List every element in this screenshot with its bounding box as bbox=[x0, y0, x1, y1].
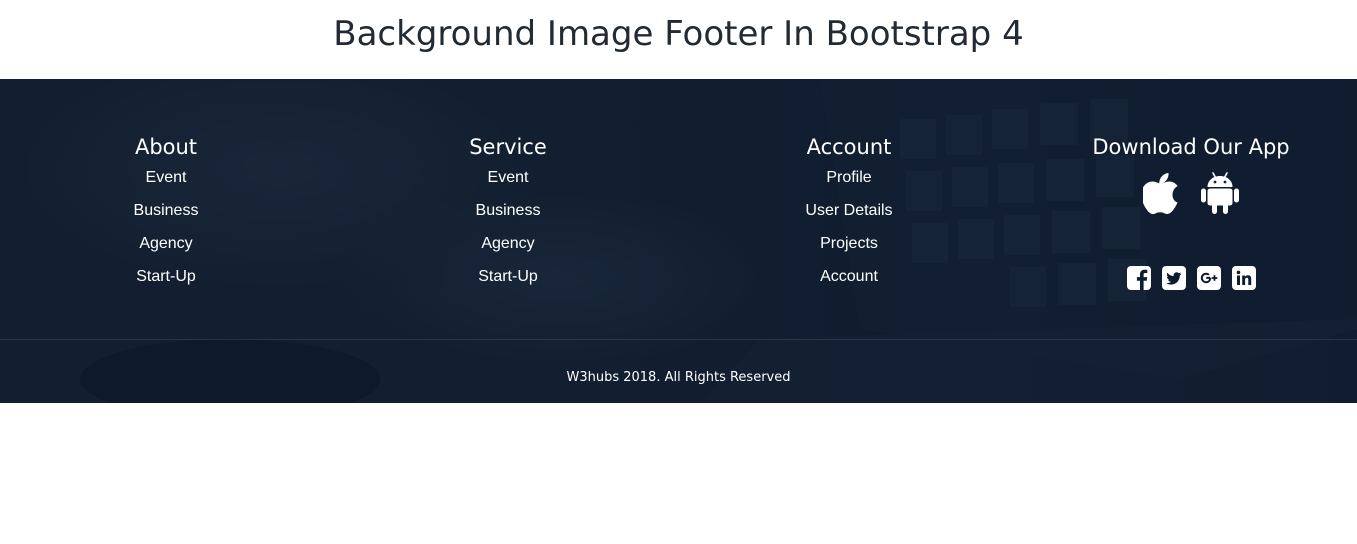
footer-link[interactable]: Start-Up bbox=[66, 266, 266, 299]
footer-link[interactable]: Agency bbox=[408, 233, 608, 266]
footer: About Event Business Agency Start-Up Ser… bbox=[0, 79, 1357, 403]
footer-column-about: About Event Business Agency Start-Up bbox=[66, 127, 266, 299]
footer-link[interactable]: Agency bbox=[66, 233, 266, 266]
footer-link[interactable]: Event bbox=[408, 167, 608, 200]
footer-link[interactable]: Start-Up bbox=[408, 266, 608, 299]
copyright-text: W3hubs 2018. All Rights Reserved bbox=[566, 370, 791, 385]
footer-link[interactable]: Event bbox=[66, 167, 266, 200]
footer-column-account: Account Profile User Details Projects Ac… bbox=[749, 127, 949, 299]
app-store-links bbox=[1071, 171, 1311, 220]
android-icon[interactable] bbox=[1201, 171, 1239, 220]
google-plus-icon[interactable] bbox=[1196, 266, 1221, 290]
footer-link[interactable]: User Details bbox=[749, 200, 949, 233]
footer-column-service: Service Event Business Agency Start-Up bbox=[408, 127, 608, 299]
footer-link[interactable]: Profile bbox=[749, 167, 949, 200]
column-heading: Service bbox=[469, 135, 547, 159]
footer-divider bbox=[0, 339, 1357, 340]
link-list: Profile User Details Projects Account bbox=[749, 167, 949, 299]
column-heading: About bbox=[134, 135, 198, 159]
link-list: Event Business Agency Start-Up bbox=[408, 167, 608, 299]
footer-link[interactable]: Business bbox=[408, 200, 608, 233]
twitter-icon[interactable] bbox=[1161, 266, 1186, 290]
link-list: Event Business Agency Start-Up bbox=[66, 167, 266, 299]
column-heading: Download Our App bbox=[1092, 135, 1290, 159]
facebook-icon[interactable] bbox=[1126, 266, 1151, 290]
social-links bbox=[1071, 266, 1311, 290]
footer-link[interactable]: Business bbox=[66, 200, 266, 233]
linkedin-icon[interactable] bbox=[1231, 266, 1256, 290]
footer-link[interactable]: Account bbox=[749, 266, 949, 299]
apple-icon[interactable] bbox=[1141, 171, 1181, 220]
footer-column-download-app: Download Our App bbox=[1071, 127, 1311, 290]
page-title: Background Image Footer In Bootstrap 4 bbox=[333, 14, 1024, 54]
column-heading: Account bbox=[806, 135, 892, 159]
footer-link[interactable]: Projects bbox=[749, 233, 949, 266]
